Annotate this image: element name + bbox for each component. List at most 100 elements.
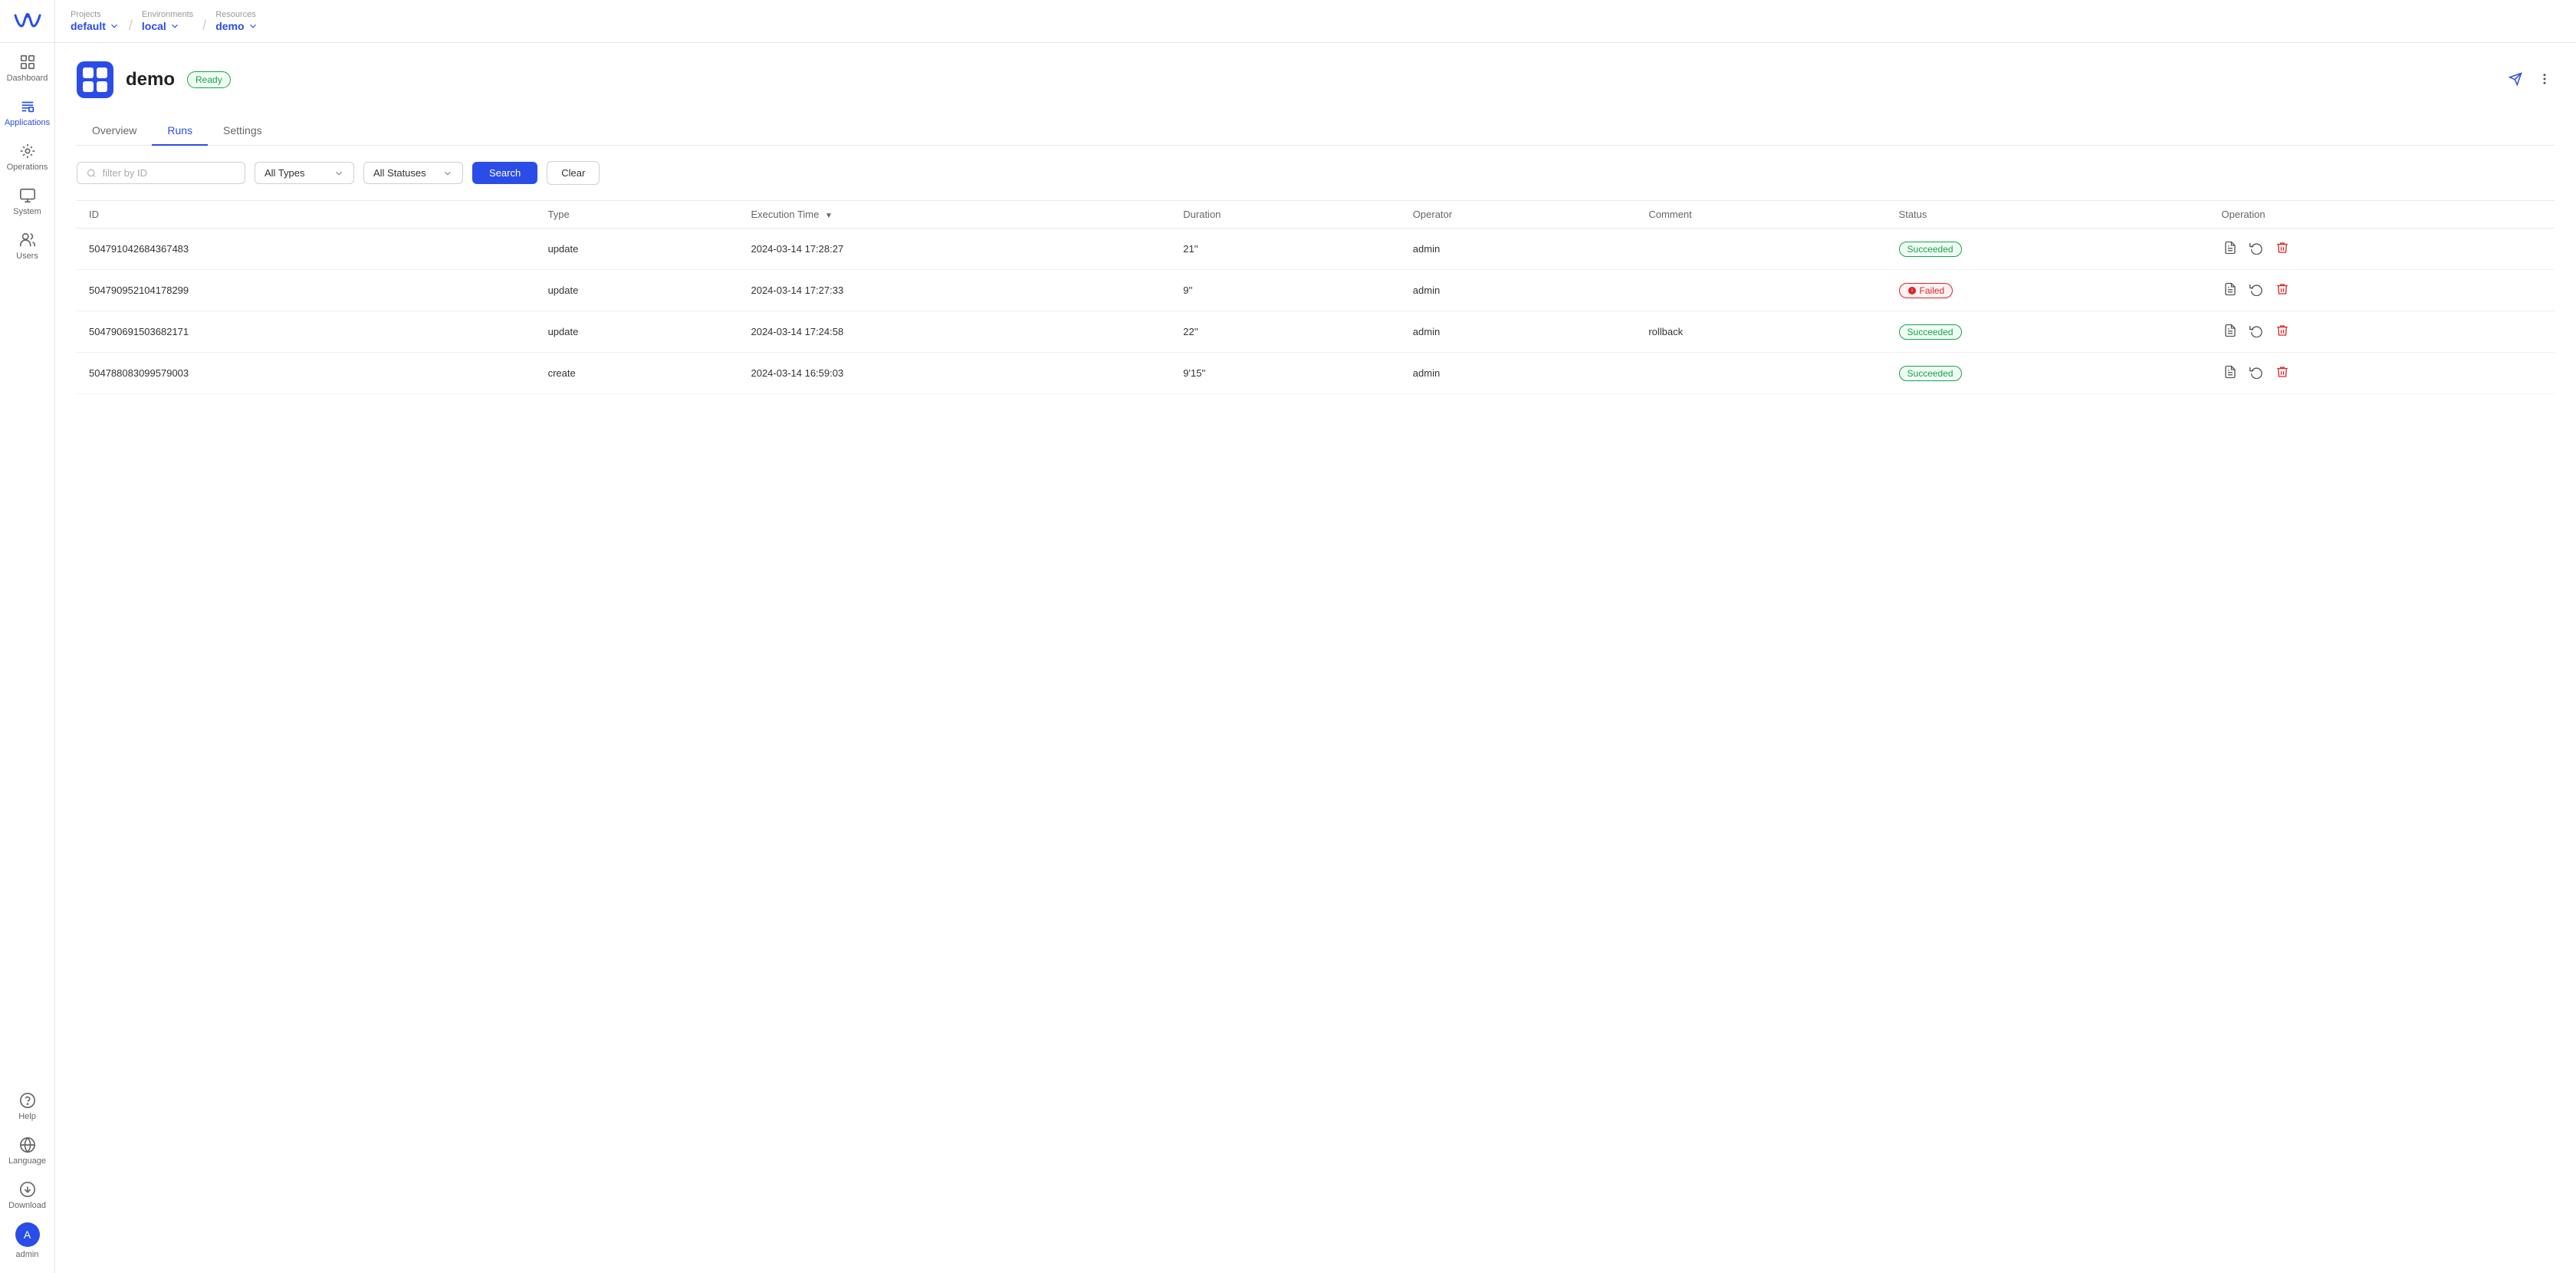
status-succeeded: Succeeded (1899, 366, 1962, 381)
cell-id: 504790691503682171 (77, 311, 536, 353)
rollback-button[interactable] (2248, 322, 2265, 341)
cell-execution-time: 2024-03-14 17:27:33 (738, 270, 1171, 311)
tab-runs[interactable]: Runs (152, 117, 208, 146)
app-icon-dot-3 (83, 81, 94, 92)
table-row: 504790952104178299 update 2024-03-14 17:… (77, 270, 2555, 311)
topbar: Projects default / Environments local / … (55, 0, 2576, 43)
rollback-button[interactable] (2248, 363, 2265, 383)
environments-section: Environments local (142, 10, 193, 32)
sidebar-item-system[interactable]: System (0, 179, 54, 224)
sidebar-item-users-label: Users (16, 252, 38, 261)
status-succeeded: Succeeded (1899, 242, 1962, 257)
cell-operator: admin (1401, 270, 1637, 311)
sidebar-item-dashboard[interactable]: Dashboard (0, 46, 54, 90)
col-operation: Operation (2210, 201, 2555, 229)
sort-icon: ▼ (825, 212, 833, 220)
delete-button[interactable] (2274, 322, 2291, 341)
cell-id: 504791042684367483 (77, 229, 536, 270)
sidebar: Dashboard Applications Operations System (0, 0, 55, 1273)
rollback-button[interactable] (2248, 281, 2265, 300)
col-execution-time[interactable]: Execution Time ▼ (738, 201, 1171, 229)
cell-operation (2210, 311, 2555, 353)
tab-runs-label: Runs (167, 124, 192, 137)
cell-duration: 22'' (1171, 311, 1401, 353)
cell-execution-time: 2024-03-14 17:24:58 (738, 311, 1171, 353)
sidebar-item-applications[interactable]: Applications (0, 90, 54, 135)
app-icon-dot-1 (83, 67, 94, 78)
status-badge: Ready (187, 71, 231, 88)
sidebar-item-download-label: Download (8, 1201, 46, 1210)
cell-operation (2210, 270, 2555, 311)
view-log-button[interactable] (2222, 322, 2239, 341)
app-header-right (2505, 69, 2555, 91)
tab-settings[interactable]: Settings (208, 117, 278, 146)
sidebar-item-help[interactable]: Help (0, 1084, 54, 1129)
sidebar-item-download[interactable]: Download (0, 1173, 54, 1218)
runs-table: ID Type Execution Time ▼ Duration Operat… (77, 200, 2555, 394)
status-filter-label: All Statuses (373, 167, 426, 179)
col-duration: Duration (1171, 201, 1401, 229)
resources-dropdown[interactable]: demo (215, 20, 258, 32)
sidebar-item-users[interactable]: Users (0, 224, 54, 268)
search-button[interactable]: Search (472, 162, 537, 184)
cell-comment (1636, 270, 1886, 311)
delete-button[interactable] (2274, 363, 2291, 383)
id-filter-input[interactable] (103, 167, 235, 179)
tab-overview[interactable]: Overview (77, 117, 152, 146)
view-log-button[interactable] (2222, 363, 2239, 383)
table-row: 504790691503682171 update 2024-03-14 17:… (77, 311, 2555, 353)
status-succeeded: Succeeded (1899, 324, 1962, 340)
table-row: 504791042684367483 update 2024-03-14 17:… (77, 229, 2555, 270)
sidebar-item-admin[interactable]: A admin (0, 1218, 54, 1267)
breadcrumb-sep-1: / (129, 8, 133, 34)
filter-bar: All Types All Statuses Search Clear (77, 161, 2555, 185)
status-failed: !Failed (1899, 283, 1953, 298)
runs-table-body: 504791042684367483 update 2024-03-14 17:… (77, 229, 2555, 394)
logo[interactable] (0, 0, 55, 43)
projects-section: Projects default (71, 10, 120, 32)
cell-id: 504788083099579003 (77, 353, 536, 394)
sidebar-item-dashboard-label: Dashboard (7, 74, 48, 83)
sidebar-item-operations[interactable]: Operations (0, 135, 54, 179)
main-content: Projects default / Environments local / … (55, 0, 2576, 1273)
clear-button[interactable]: Clear (547, 161, 600, 185)
col-operator: Operator (1401, 201, 1637, 229)
app-icon (77, 61, 113, 98)
status-filter-select[interactable]: All Statuses (363, 162, 463, 184)
cell-execution-time: 2024-03-14 17:28:27 (738, 229, 1171, 270)
app-header: demo Ready (77, 61, 2555, 98)
more-options-button[interactable] (2535, 69, 2555, 91)
chevron-down-icon-2 (442, 168, 453, 179)
resources-label: Resources (215, 10, 258, 19)
environments-value: local (142, 20, 166, 32)
environments-label: Environments (142, 10, 193, 19)
projects-dropdown[interactable]: default (71, 20, 120, 32)
delete-button[interactable] (2274, 281, 2291, 300)
sidebar-item-language[interactable]: Language (0, 1129, 54, 1173)
id-filter-input-wrapper (77, 162, 245, 184)
col-status: Status (1887, 201, 2210, 229)
cell-comment (1636, 353, 1886, 394)
type-filter-select[interactable]: All Types (255, 162, 354, 184)
app-icon-dot-4 (97, 81, 107, 92)
environments-dropdown[interactable]: local (142, 20, 193, 32)
sidebar-item-language-label: Language (8, 1156, 46, 1166)
send-icon-button[interactable] (2505, 69, 2525, 91)
resources-value: demo (215, 20, 244, 32)
cell-duration: 21'' (1171, 229, 1401, 270)
view-log-button[interactable] (2222, 281, 2239, 300)
cell-id: 504790952104178299 (77, 270, 536, 311)
sidebar-item-system-label: System (13, 207, 41, 216)
rollback-button[interactable] (2248, 239, 2265, 258)
cell-type: update (536, 270, 739, 311)
cell-duration: 9'' (1171, 270, 1401, 311)
sidebar-item-applications-label: Applications (5, 118, 50, 127)
app-header-left: demo Ready (77, 61, 231, 98)
cell-operation (2210, 229, 2555, 270)
cell-status: Succeeded (1887, 311, 2210, 353)
view-log-button[interactable] (2222, 239, 2239, 258)
cell-operator: admin (1401, 353, 1637, 394)
cell-type: create (536, 353, 739, 394)
delete-button[interactable] (2274, 239, 2291, 258)
content-area: demo Ready (55, 43, 2576, 1273)
